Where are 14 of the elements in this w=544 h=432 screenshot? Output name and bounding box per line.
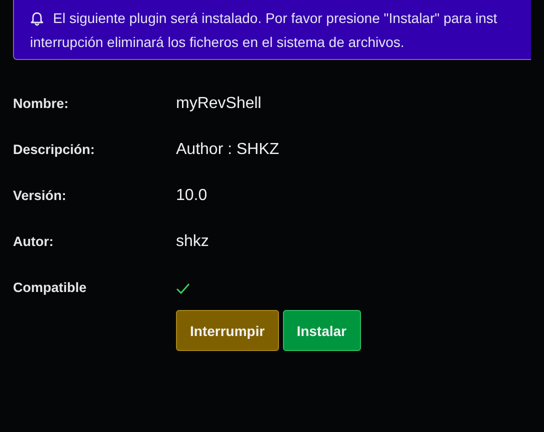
field-value: 10.0 (176, 186, 208, 206)
alert-text: El siguiente plugin será instalado. Por favor presione "Instalar" para inst (53, 10, 498, 26)
bell-icon (30, 10, 44, 26)
abort-button[interactable]: Interrumpir (176, 310, 279, 351)
field-label: Nombre: (13, 95, 70, 113)
field-value: shkz (176, 232, 209, 252)
field-label: Autor: (13, 233, 54, 251)
field-value: myRevShell (176, 94, 262, 114)
install-button[interactable]: Instalar (282, 310, 360, 351)
alert-text: interrupción eliminará los ficheros en el sistema de archivos. (30, 34, 404, 50)
field-label: Compatible (13, 279, 88, 297)
field-value: Author : SHKZ (176, 140, 280, 160)
field-label: Versión: (13, 187, 68, 205)
field-label: Descripción: (13, 141, 96, 159)
